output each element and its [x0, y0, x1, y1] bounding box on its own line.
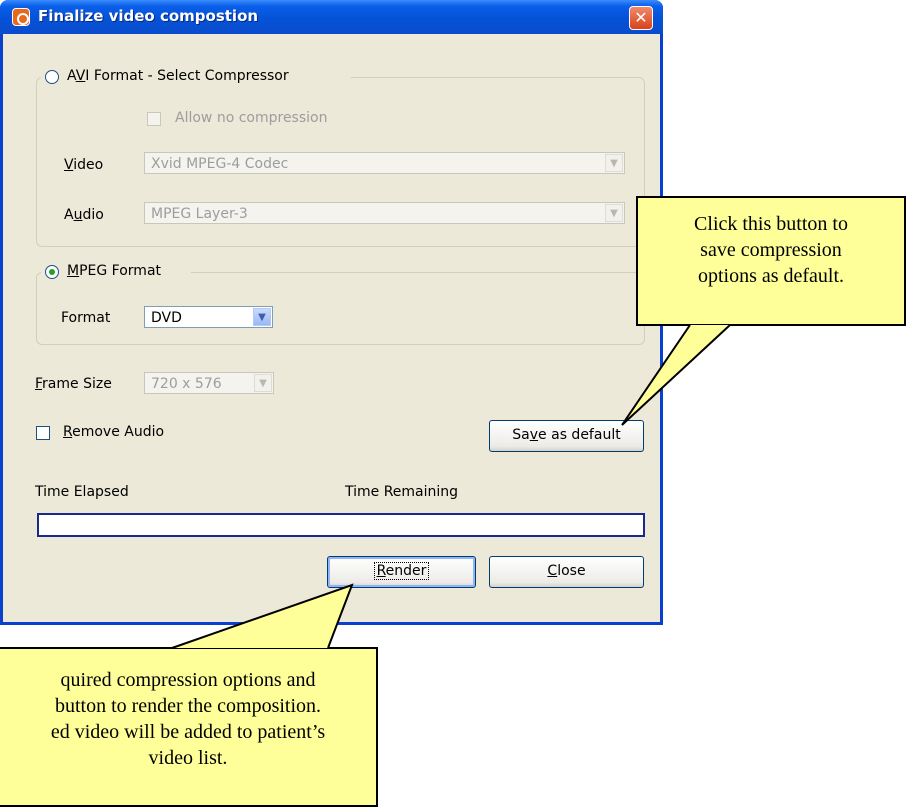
save-callout-tail-outline — [621, 324, 731, 426]
callout-pointers — [171, 324, 731, 649]
